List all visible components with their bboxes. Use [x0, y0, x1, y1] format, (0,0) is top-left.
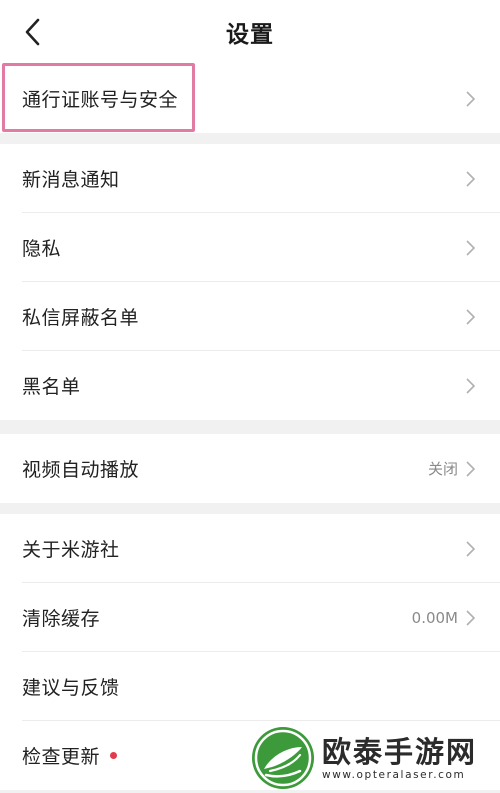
chevron-right-icon	[466, 170, 476, 187]
settings-item-label: 通行证账号与安全	[22, 89, 179, 111]
chevron-right-icon	[466, 460, 476, 477]
settings-item-label: 关于米游社	[22, 539, 120, 561]
settings-item-label: 新消息通知	[22, 169, 120, 191]
settings-item-dm-block-list[interactable]: 私信屏蔽名单	[0, 282, 500, 351]
settings-item-right	[464, 377, 476, 395]
settings-item-right: 0.00M	[412, 609, 476, 627]
settings-item-right	[464, 239, 476, 257]
settings-item-clear-cache[interactable]: 清除缓存 0.00M	[0, 583, 500, 652]
settings-item-value: 关闭	[427, 460, 458, 478]
settings-item-right	[464, 308, 476, 326]
settings-item-label: 私信屏蔽名单	[22, 307, 140, 329]
settings-item-label: 检查更新	[22, 746, 101, 768]
chevron-left-icon	[25, 18, 40, 46]
chevron-right-icon	[466, 308, 476, 325]
chevron-right-icon	[466, 239, 476, 256]
settings-item-account-security[interactable]: 通行证账号与安全	[0, 64, 500, 133]
chevron-right-icon	[466, 90, 476, 107]
chevron-right-icon	[466, 609, 476, 626]
settings-item-right	[464, 90, 476, 108]
chevron-right-icon	[466, 377, 476, 394]
settings-item-notifications[interactable]: 新消息通知	[0, 144, 500, 213]
settings-item-right	[464, 540, 476, 558]
settings-item-feedback[interactable]: 建议与反馈	[0, 652, 500, 721]
top-bar: 设置	[0, 0, 500, 64]
settings-group-privacy: 新消息通知 隐私 私信屏蔽名单 黑名单	[0, 144, 500, 420]
settings-item-value: 0.00M	[411, 608, 458, 627]
chevron-right-icon	[466, 540, 476, 557]
settings-group-account: 通行证账号与安全	[0, 64, 500, 133]
watermark-name: 欧泰手游网	[322, 734, 478, 769]
watermark-url: www.opteralaser.com	[322, 768, 466, 781]
update-badge-dot	[110, 752, 118, 759]
page-title: 设置	[226, 22, 274, 48]
settings-item-about[interactable]: 关于米游社	[0, 514, 500, 583]
settings-item-privacy[interactable]: 隐私	[0, 213, 500, 282]
settings-item-right: 关闭	[428, 458, 476, 479]
settings-item-video-autoplay[interactable]: 视频自动播放 关闭	[0, 434, 500, 503]
site-logo-icon	[252, 726, 314, 789]
watermark: 欧泰手游网 www.opteralaser.com	[250, 722, 500, 793]
back-button[interactable]	[14, 14, 50, 50]
watermark-text: 欧泰手游网 www.opteralaser.com	[322, 735, 477, 781]
settings-item-right	[464, 170, 476, 188]
settings-item-label: 建议与反馈	[22, 677, 120, 699]
settings-item-blacklist[interactable]: 黑名单	[0, 351, 500, 420]
settings-item-label: 黑名单	[22, 376, 81, 398]
settings-item-label: 视频自动播放	[22, 459, 140, 481]
settings-group-video: 视频自动播放 关闭	[0, 434, 500, 503]
settings-item-label: 隐私	[22, 238, 62, 260]
settings-item-label: 清除缓存	[22, 608, 101, 630]
